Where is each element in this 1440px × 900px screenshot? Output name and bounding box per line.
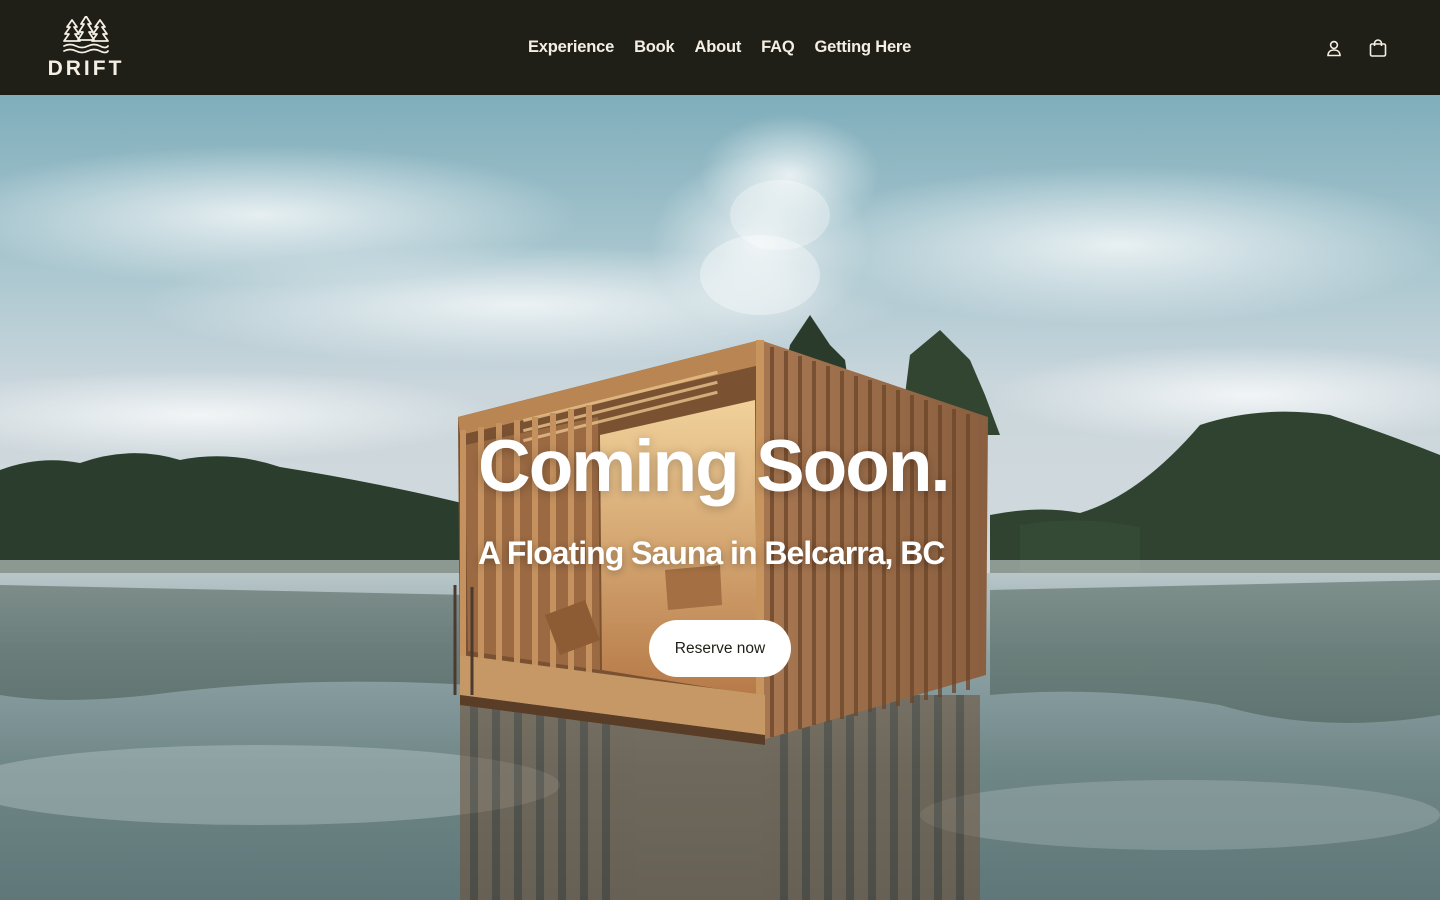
shopping-bag-icon	[1369, 39, 1387, 57]
brand-name: DRIFT	[47, 57, 125, 80]
reserve-now-button[interactable]: Reserve now	[649, 620, 791, 677]
account-button[interactable]	[1322, 36, 1346, 60]
cart-button[interactable]	[1366, 36, 1390, 60]
nav-item-about[interactable]: About	[685, 0, 752, 95]
hero-content: Coming Soon. A Floating Sauna in Belcarr…	[478, 427, 998, 573]
nav-item-faq[interactable]: FAQ	[751, 0, 804, 95]
hero-section: Coming Soon. A Floating Sauna in Belcarr…	[0, 95, 1440, 900]
hero-subtitle: A Floating Sauna in Belcarra, BC	[478, 535, 945, 571]
nav-item-book[interactable]: Book	[624, 0, 684, 95]
trees-over-waves-icon	[63, 16, 109, 54]
main-nav: Experience Book About FAQ Getting Here	[518, 0, 921, 95]
site-header: DRIFT Experience Book About FAQ Getting …	[0, 0, 1440, 95]
hero-title: Coming Soon.	[478, 426, 951, 507]
drift-logo[interactable]: DRIFT	[44, 16, 128, 82]
nav-item-getting-here[interactable]: Getting Here	[805, 0, 922, 95]
user-icon	[1327, 40, 1341, 57]
nav-item-experience[interactable]: Experience	[518, 0, 624, 95]
